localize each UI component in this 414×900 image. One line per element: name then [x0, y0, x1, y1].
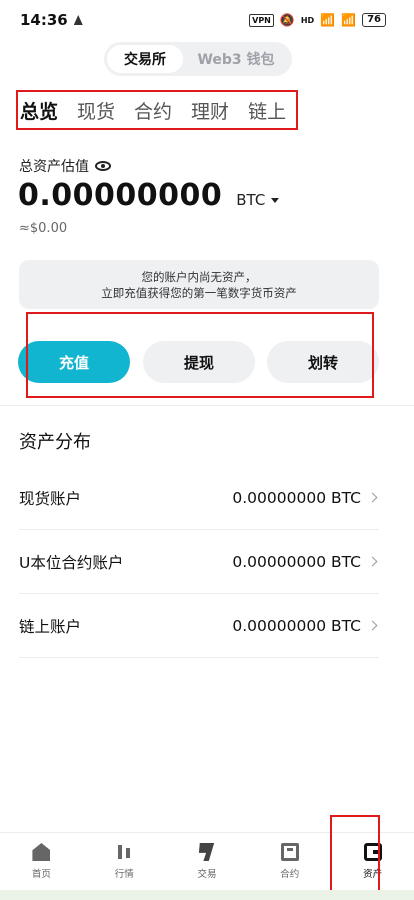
trade-icon — [198, 843, 215, 861]
section-divider — [0, 405, 414, 406]
asset-distribution-title: 资产分布 — [19, 432, 91, 453]
mute-icon: 🔕 — [279, 13, 295, 27]
status-indicators: VPN 🔕 HD 📶 📶 76 — [249, 13, 386, 27]
tab-spot[interactable]: 现货 — [77, 97, 115, 124]
tab-exchange[interactable]: 交易所 — [107, 45, 183, 73]
estimated-total-label: 总资产估值 — [19, 156, 111, 176]
total-balance: 0.00000000 — [18, 178, 223, 213]
chevron-right-icon — [367, 620, 378, 631]
vpn-icon: VPN — [249, 13, 274, 27]
status-time: 14:36 — [20, 11, 83, 29]
tab-web3-wallet[interactable]: Web3 钱包 — [183, 45, 289, 73]
eye-icon[interactable] — [95, 161, 111, 171]
account-value: 0.00000000 BTC — [232, 488, 361, 507]
account-name: U本位合约账户 — [19, 553, 124, 572]
status-bar: 14:36 VPN 🔕 HD 📶 📶 76 — [0, 0, 414, 40]
actions-highlight-frame — [26, 312, 374, 398]
notice-line-2: 立即充值获得您的第一笔数字货币资产 — [101, 285, 297, 300]
nav-trade-label: 交易 — [197, 869, 217, 880]
balance-row: 0.00000000 BTC — [18, 178, 280, 213]
tab-earn[interactable]: 理财 — [191, 97, 229, 124]
battery-icon: 76 — [362, 13, 386, 27]
account-value: 0.00000000 BTC — [232, 552, 361, 571]
wifi-icon: 📶 — [341, 13, 357, 27]
tab-overview[interactable]: 总览 — [20, 97, 58, 124]
empty-assets-notice: 您的账户内尚无资产， 立即充值获得您的第一笔数字货币资产 — [19, 260, 379, 309]
nav-markets[interactable]: 行情 — [83, 833, 166, 890]
nav-futures[interactable]: 合约 — [248, 833, 331, 890]
notification-icon — [73, 15, 83, 25]
tab-onchain[interactable]: 链上 — [248, 97, 286, 124]
futures-icon — [280, 843, 299, 861]
nav-home-label: 首页 — [31, 869, 51, 880]
account-name: 现货账户 — [19, 489, 82, 508]
fiat-value: ≈$0.00 — [19, 221, 68, 236]
chevron-right-icon — [367, 492, 378, 503]
account-row-spot[interactable]: 现货账户 0.00000000 BTC — [19, 466, 379, 530]
account-value-group: 0.00000000 BTC — [232, 553, 379, 571]
candlestick-icon — [115, 843, 133, 861]
account-row-onchain[interactable]: 链上账户 0.00000000 BTC — [19, 594, 379, 658]
network-icon: HD — [300, 15, 315, 25]
account-value: 0.00000000 BTC — [232, 616, 361, 635]
account-value-group: 0.00000000 BTC — [232, 489, 379, 507]
status-time-text: 14:36 — [20, 11, 68, 29]
caret-down-icon — [271, 197, 280, 203]
home-icon — [32, 843, 51, 861]
mode-switch: 交易所 Web3 钱包 — [104, 42, 292, 76]
signal-icon: 📶 — [320, 13, 336, 27]
chevron-right-icon — [367, 556, 378, 567]
account-name: 链上账户 — [19, 617, 82, 636]
unit-label: BTC — [236, 191, 266, 209]
asset-tabs: 总览 现货 合约 理财 链上 — [16, 90, 298, 130]
nav-markets-label: 行情 — [114, 869, 134, 880]
nav-home[interactable]: 首页 — [0, 833, 83, 890]
tab-futures[interactable]: 合约 — [134, 97, 172, 124]
estimated-total-text: 总资产估值 — [19, 159, 89, 175]
unit-selector[interactable]: BTC — [236, 191, 280, 209]
account-value-group: 0.00000000 BTC — [232, 617, 379, 635]
account-row-usdm-futures[interactable]: U本位合约账户 0.00000000 BTC — [19, 530, 379, 594]
home-indicator — [0, 890, 414, 900]
nav-futures-label: 合约 — [280, 869, 300, 880]
nav-trade[interactable]: 交易 — [166, 833, 249, 890]
notice-line-1: 您的账户内尚无资产， — [141, 269, 257, 284]
nav-highlight-frame — [330, 815, 380, 893]
